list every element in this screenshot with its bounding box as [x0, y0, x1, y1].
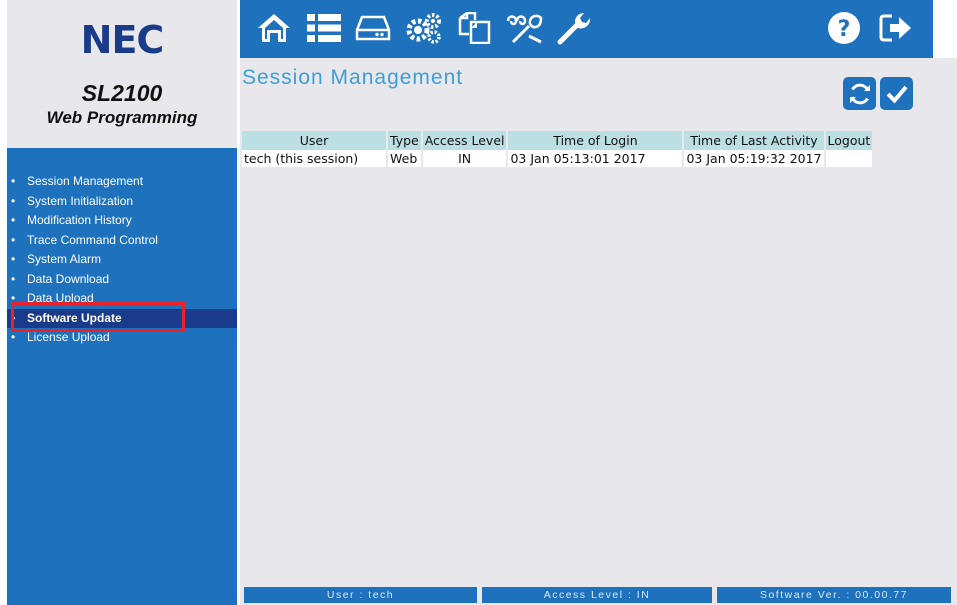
- wrench-icon[interactable]: [554, 8, 594, 48]
- page-title: Session Management: [242, 66, 464, 89]
- status-user: User : tech: [244, 587, 477, 603]
- refresh-button[interactable]: [843, 77, 876, 110]
- sidebar: • Session Management • System Initializati…: [7, 148, 237, 605]
- sidebar-item-system-alarm[interactable]: • System Alarm: [7, 250, 237, 270]
- brand-panel: NEC SL2100 Web Programming: [7, 0, 237, 148]
- col-header-user: User: [242, 131, 388, 150]
- bullet-icon: •: [11, 232, 16, 247]
- col-header-logout: Logout: [824, 131, 875, 150]
- nec-logo: NEC: [80, 18, 165, 62]
- status-access-level: Access Level : IN: [482, 587, 712, 603]
- session-table: User Type Access Level Time of Login Tim…: [242, 131, 875, 167]
- sidebar-item-label: System Initialization: [27, 193, 134, 208]
- cell-user: tech (this session): [242, 150, 388, 167]
- col-header-time-of-last-activity: Time of Last Activity: [683, 131, 826, 150]
- sidebar-item-system-initialization[interactable]: • System Initialization: [7, 192, 237, 212]
- main-content: Session Management User Type Access Leve…: [240, 58, 957, 585]
- bullet-icon: •: [11, 213, 16, 227]
- apply-button[interactable]: [880, 77, 913, 110]
- product-subtitle: Web Programming: [46, 108, 198, 127]
- highlight-box: [11, 302, 185, 332]
- drive-icon[interactable]: [353, 8, 393, 48]
- tools-icon[interactable]: [504, 8, 544, 48]
- cell-time-of-last-activity: 03 Jan 05:19:32 2017: [683, 150, 826, 167]
- col-header-access-level: Access Level: [421, 131, 509, 150]
- logout-icon[interactable]: [876, 8, 916, 48]
- help-icon[interactable]: ?: [824, 8, 864, 48]
- status-software-version: Software Ver. : 00.00.77: [717, 587, 951, 603]
- sidebar-item-label: Data Download: [27, 271, 110, 286]
- bullet-icon: •: [11, 193, 16, 208]
- col-header-type: Type: [387, 131, 423, 150]
- bullet-icon: •: [11, 252, 16, 266]
- sidebar-item-label: License Upload: [27, 330, 110, 344]
- svg-text:?: ?: [838, 17, 851, 42]
- table-row: tech (this session) Web IN 03 Jan 05:13:…: [242, 150, 875, 167]
- bullet-icon: •: [11, 174, 16, 188]
- copy-icon[interactable]: [454, 8, 494, 48]
- gears-icon[interactable]: [404, 8, 444, 48]
- cell-type: Web: [387, 150, 423, 167]
- sidebar-item-data-download[interactable]: • Data Download: [7, 270, 237, 290]
- top-toolbar: ?: [240, 0, 933, 58]
- sidebar-item-label: Trace Command Control: [27, 232, 158, 247]
- list-icon[interactable]: [304, 8, 344, 48]
- cell-logout[interactable]: [824, 150, 875, 167]
- sidebar-item-label: Session Management: [27, 174, 144, 188]
- check-icon: [886, 85, 908, 103]
- sidebar-item-modification-history[interactable]: • Modification History: [7, 211, 237, 231]
- sidebar-item-session-management[interactable]: • Session Management: [7, 172, 237, 192]
- sidebar-item-label: Modification History: [27, 213, 132, 227]
- table-header-row: User Type Access Level Time of Login Tim…: [242, 131, 875, 150]
- sidebar-item-trace-command-control[interactable]: • Trace Command Control: [7, 231, 237, 251]
- product-name: SL2100: [81, 80, 163, 106]
- status-bar: User : tech Access Level : IN Software V…: [240, 585, 957, 605]
- cell-time-of-login: 03 Jan 05:13:01 2017: [507, 150, 685, 167]
- home-icon[interactable]: [254, 8, 294, 48]
- bullet-icon: •: [11, 271, 16, 286]
- cell-access-level: IN: [421, 150, 509, 167]
- col-header-time-of-login: Time of Login: [507, 131, 685, 150]
- sidebar-item-label: System Alarm: [27, 252, 102, 266]
- refresh-icon: [849, 83, 870, 104]
